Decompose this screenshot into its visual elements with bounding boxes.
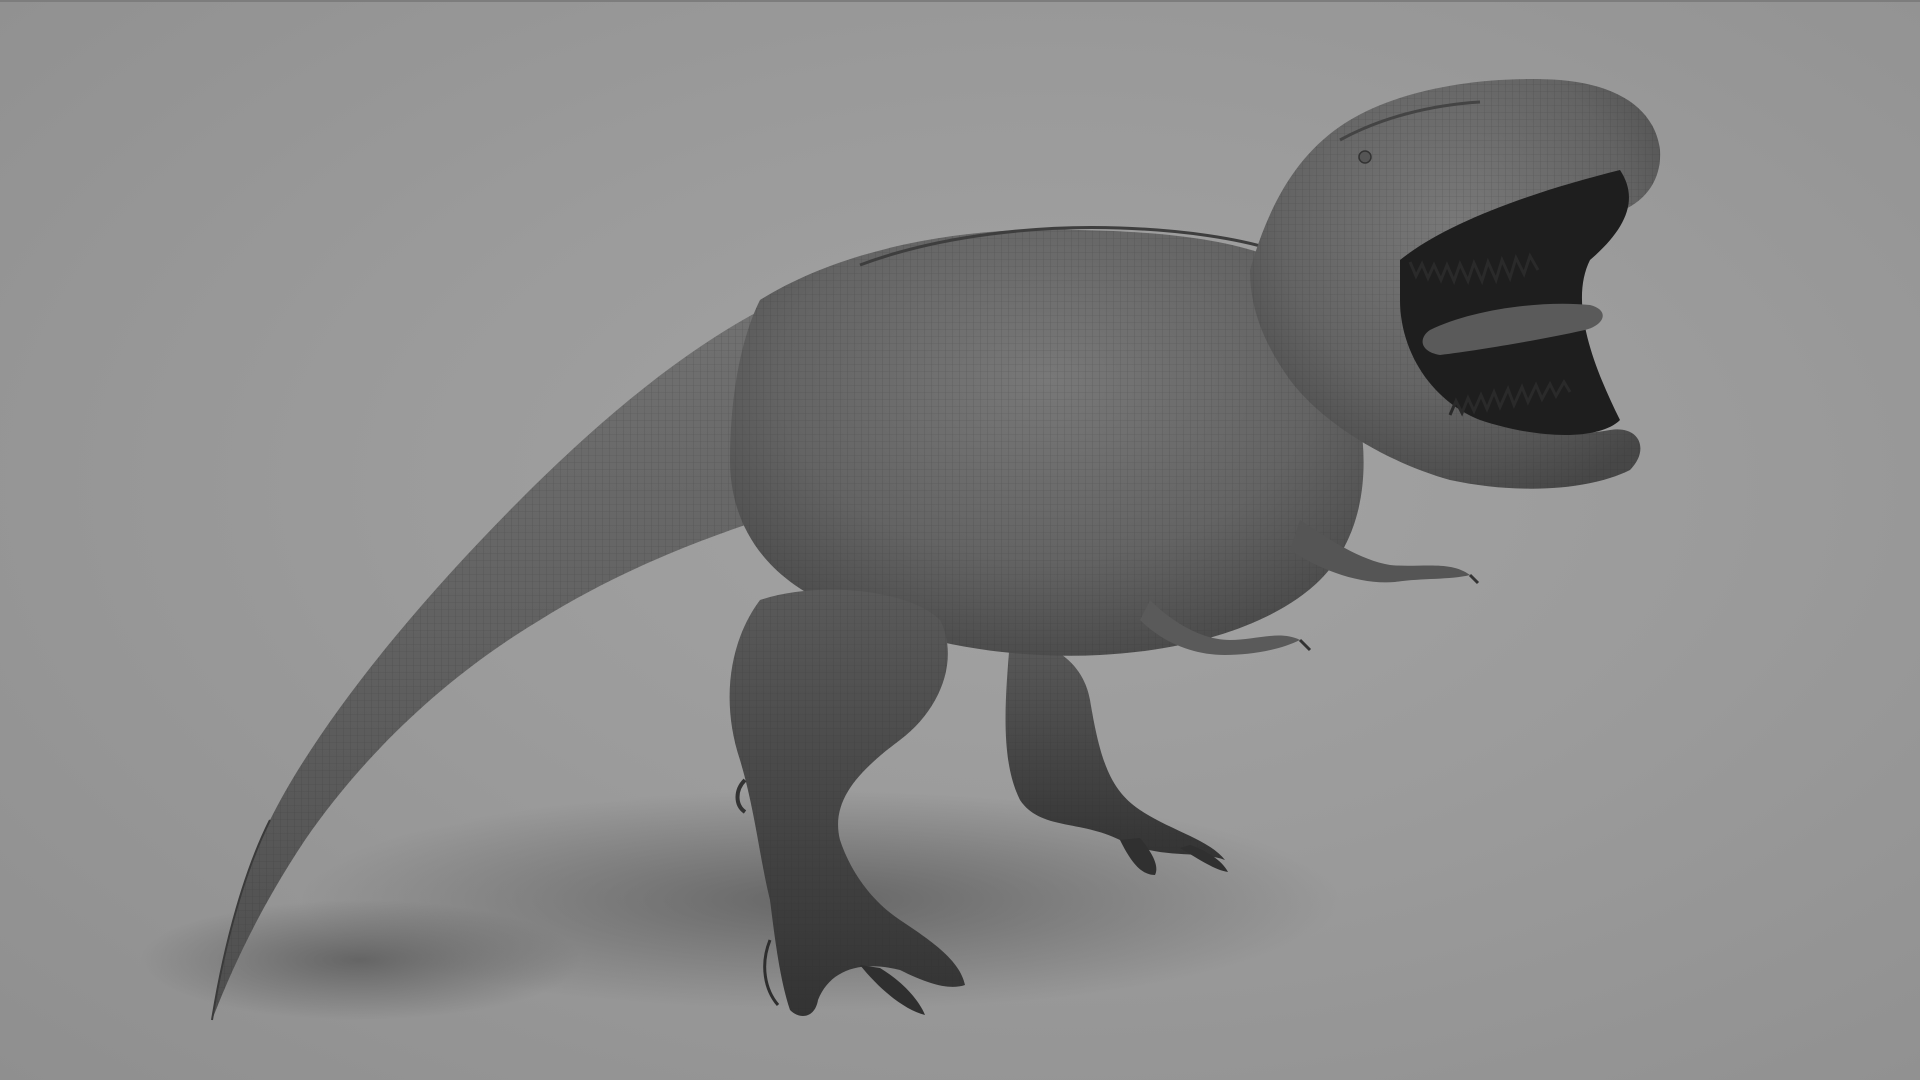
eye (1358, 150, 1372, 164)
ground-shadow-tail (140, 900, 580, 1020)
t-rex-model-render (140, 79, 1661, 1021)
render-viewport (0, 0, 1920, 1080)
